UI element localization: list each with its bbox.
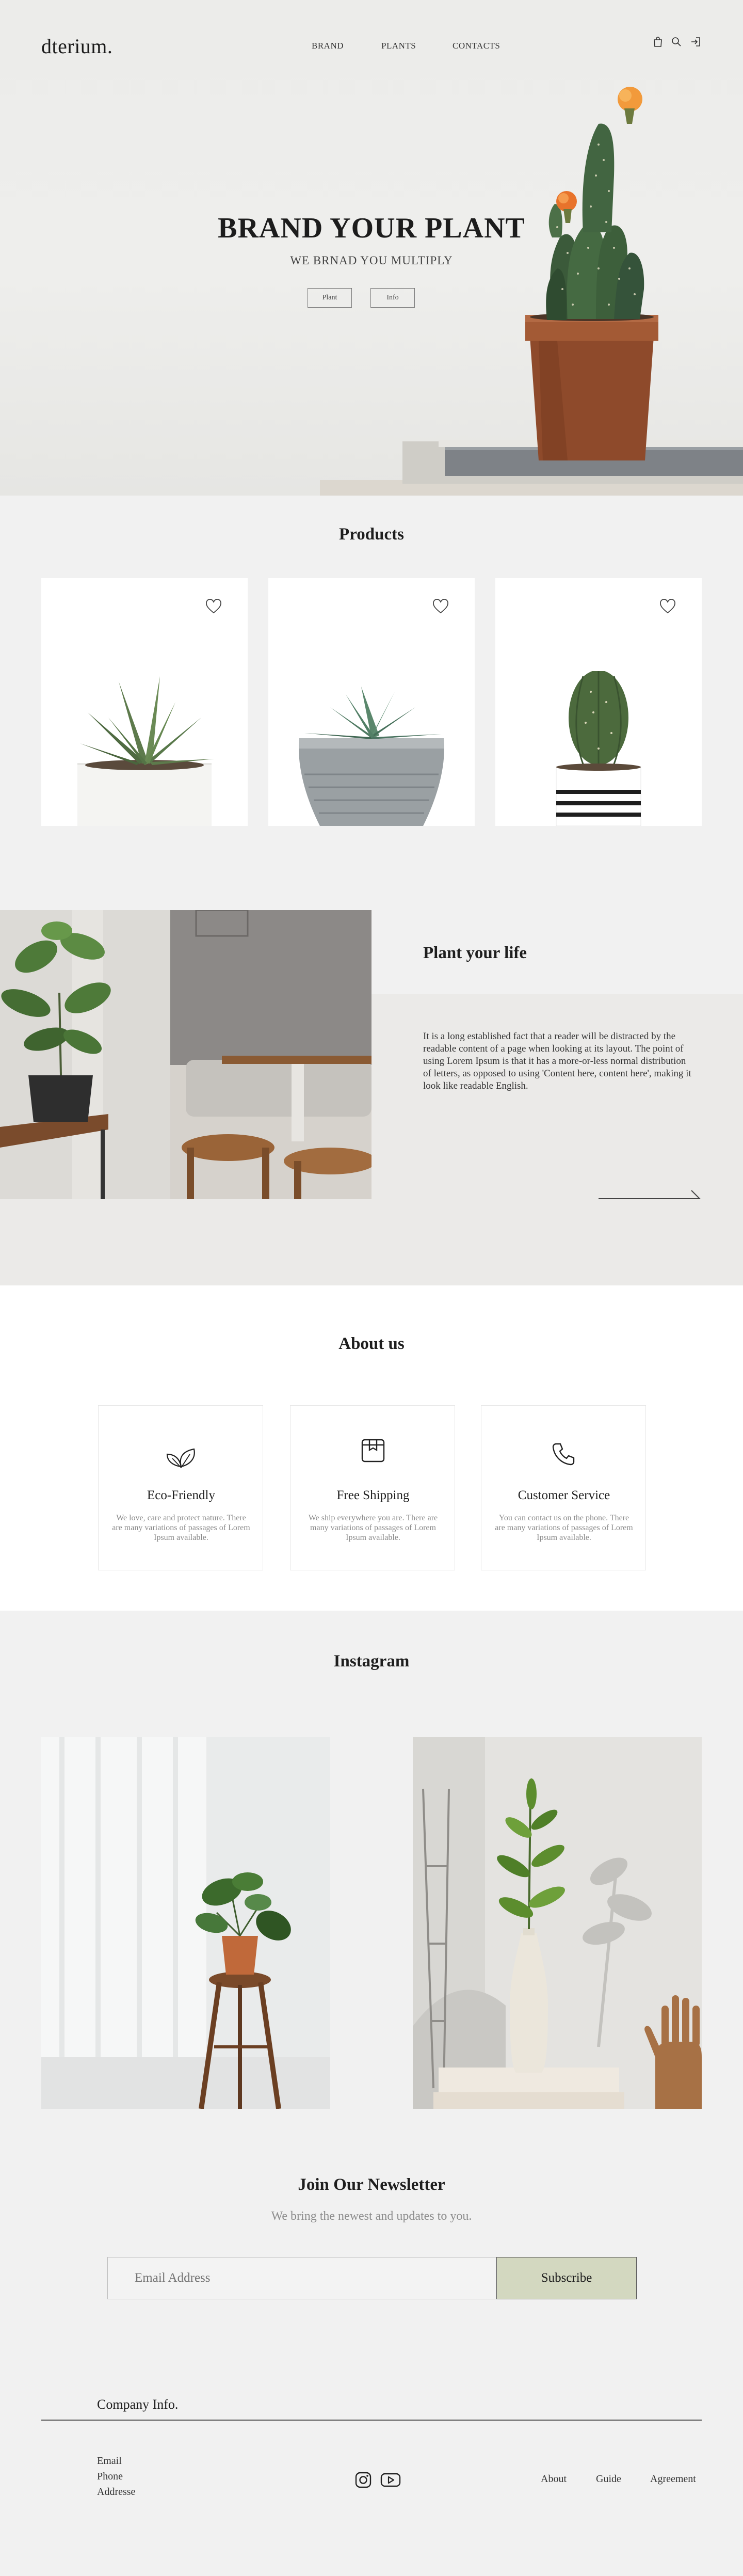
hero-cactus-image [320,87,743,496]
youtube-icon[interactable] [380,2471,401,2489]
feature-description: We love, care and protect nature. There … [112,1514,250,1542]
footer-address[interactable]: Addresse [97,2486,135,2498]
subscribe-button[interactable]: Subscribe [496,2257,637,2299]
heart-icon[interactable] [659,599,676,614]
bag-icon[interactable] [652,36,664,47]
cactus-image [556,671,641,826]
feature-title: Customer Service [518,1488,610,1502]
nav-brand-link[interactable]: BRAND [312,41,344,51]
feature-description: You can contact us on the phone. There a… [495,1514,633,1542]
hero-section: dterium. BRAND PLANTS CONTACTS BRAND YOU… [0,0,743,496]
instagram-section: Instagram [0,1611,743,2153]
heart-icon[interactable] [432,599,449,614]
logo[interactable]: dterium. [41,34,112,58]
heart-icon[interactable] [205,599,222,614]
product-card[interactable] [41,578,248,826]
footer-title: Company Info. [97,2397,179,2412]
instagram-title: Instagram [333,1652,410,1671]
vase-plant-image [413,1737,702,2109]
about-title: About us [338,1334,405,1353]
nav-plants-link[interactable]: PLANTS [381,41,416,51]
instagram-post[interactable] [413,1737,702,2109]
instagram-icon[interactable] [354,2471,372,2489]
interior-image [0,910,372,1199]
login-icon[interactable] [690,36,701,47]
footer-link-guide[interactable]: Guide [596,2473,621,2485]
leaf-icon [166,1448,195,1468]
arrow-right-icon[interactable] [599,1186,702,1202]
aloe-plant-image [77,676,214,826]
instagram-post[interactable] [41,1737,330,2109]
succulent-image [299,687,444,826]
nav-contacts-link[interactable]: CONTACTS [453,41,500,51]
plant-life-body: It is a long established fact that a rea… [423,1031,691,1091]
search-icon[interactable] [671,36,682,47]
phone-icon [552,1443,575,1466]
footer-link-about[interactable]: About [541,2473,567,2485]
products-section: Products [0,496,743,909]
feature-title: Free Shipping [336,1488,410,1502]
footer-link-agreement[interactable]: Agreement [650,2473,696,2485]
products-title: Products [339,525,404,544]
cactus-flower [618,87,642,124]
feature-card: Eco-Friendly We love, care and protect n… [98,1405,263,1570]
footer-divider [41,2420,702,2421]
package-icon [361,1439,385,1462]
product-card[interactable] [268,578,475,826]
feature-description: We ship everywhere you are. There are ma… [308,1514,438,1542]
stool-plant-image [41,1737,330,2109]
about-section: About us Eco-Friendly We love, care and … [0,1285,743,1611]
footer: Company Info. Email Phone Addresse About… [0,2370,743,2576]
footer-phone[interactable]: Phone [97,2471,123,2483]
feature-card: Free Shipping We ship everywhere you are… [290,1405,455,1570]
plant-life-title: Plant your life [423,944,527,962]
footer-email[interactable]: Email [97,2455,122,2467]
newsletter-title: Join Our Newsletter [298,2175,445,2194]
newsletter-subtitle: We bring the newest and updates to you. [271,2209,472,2223]
product-card[interactable] [495,578,702,826]
email-input[interactable] [107,2257,497,2299]
newsletter-section: Join Our Newsletter We bring the newest … [0,2153,743,2370]
feature-card: Customer Service You can contact us on t… [481,1405,646,1570]
plant-life-section: Plant your life It is a long established… [0,909,743,1285]
feature-title: Eco-Friendly [147,1488,215,1502]
